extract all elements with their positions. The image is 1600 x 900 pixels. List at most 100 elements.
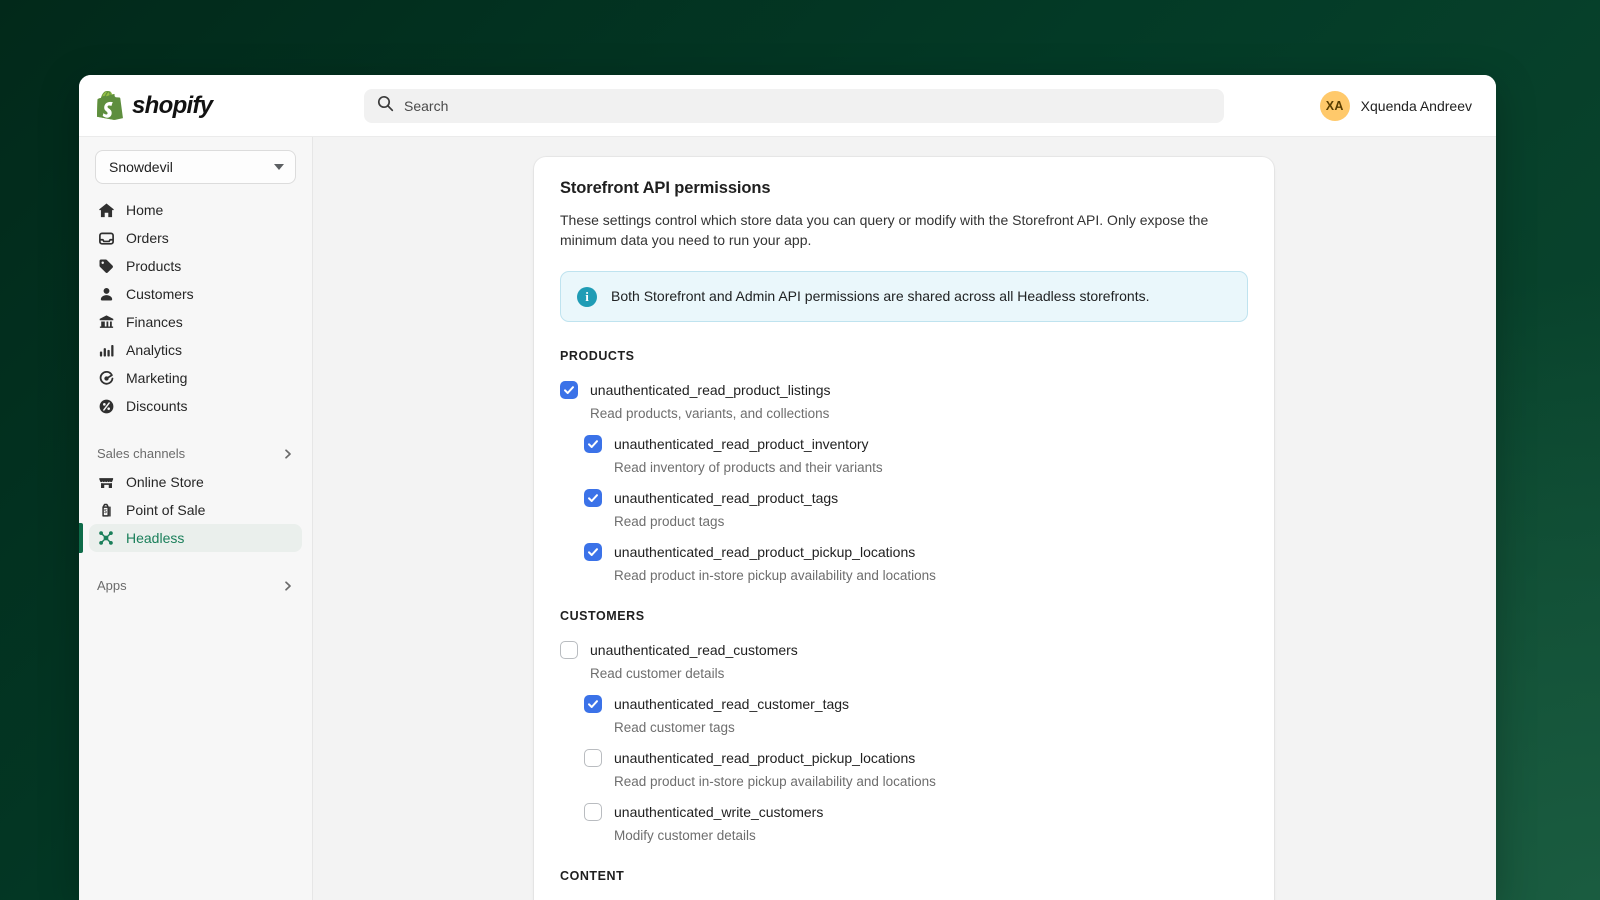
- finances-bank-icon: [97, 313, 115, 331]
- info-banner: i Both Storefront and Admin API permissi…: [560, 271, 1248, 322]
- permission-description: Read inventory of products and their var…: [614, 460, 883, 475]
- checkbox-unchecked-icon[interactable]: [584, 803, 602, 821]
- checkbox-unchecked-icon[interactable]: [560, 641, 578, 659]
- permission-label: unauthenticated_write_customers: [614, 804, 824, 820]
- sidebar-item-headless[interactable]: Headless: [79, 523, 302, 553]
- page-description: These settings control which store data …: [560, 212, 1209, 248]
- customers-person-icon: [97, 285, 115, 303]
- permission-label: unauthenticated_read_product_pickup_loca…: [614, 544, 916, 560]
- chevron-right-icon: [282, 579, 294, 591]
- sidebar-item-customers[interactable]: Customers: [89, 280, 302, 308]
- permission-group-title: PRODUCTS: [560, 349, 635, 363]
- chevron-down-icon: [274, 164, 284, 170]
- browser-window: shopify Search XA Xquenda Andreev Snowde…: [79, 75, 1496, 900]
- orders-inbox-icon: [97, 229, 115, 247]
- user-name: Xquenda Andreev: [1360, 98, 1472, 114]
- permission-item: unauthenticated_read_product_pickup_loca…: [584, 747, 1248, 791]
- svg-text:$: $: [104, 508, 107, 514]
- main-content: Storefront API permissions These setting…: [313, 137, 1496, 900]
- sidebar-item-point-of-sale[interactable]: $ Point of Sale: [89, 496, 302, 524]
- permission-item: unauthenticated_write_customers Modify cu…: [584, 801, 1248, 845]
- info-icon: i: [577, 287, 597, 307]
- permission-label: unauthenticated_read_product_inventory: [614, 436, 869, 452]
- products-tag-icon: [97, 257, 115, 275]
- app-body: Snowdevil Home Orders Products Customers…: [79, 137, 1496, 900]
- permission-row[interactable]: unauthenticated_read_product_inventory: [584, 433, 1248, 455]
- sidebar-item-marketing[interactable]: Marketing: [89, 364, 302, 392]
- permission-label: unauthenticated_read_product_pickup_loca…: [614, 750, 916, 766]
- sidebar-section-label: Apps: [97, 577, 127, 593]
- sidebar-section-apps[interactable]: Apps: [89, 570, 302, 600]
- permission-group: CONTENTunauthenticated_read_content: [560, 869, 1248, 900]
- sidebar-item-label: Finances: [126, 314, 183, 330]
- checkbox-checked-icon[interactable]: [584, 695, 602, 713]
- permission-item: unauthenticated_read_customers Read custo…: [560, 639, 1248, 683]
- permission-item: unauthenticated_read_product_pickup_loca…: [584, 541, 1248, 585]
- store-selector[interactable]: Snowdevil: [95, 150, 296, 184]
- analytics-bars-icon: [97, 341, 115, 359]
- permission-item: unauthenticated_read_product_tags Read pr…: [584, 487, 1248, 531]
- checkbox-checked-icon[interactable]: [584, 435, 602, 453]
- permission-row[interactable]: unauthenticated_read_product_tags: [584, 487, 1248, 509]
- sidebar: Snowdevil Home Orders Products Customers…: [79, 137, 313, 900]
- user-menu[interactable]: XA Xquenda Andreev: [1316, 75, 1476, 137]
- avatar: XA: [1319, 91, 1350, 121]
- checkbox-checked-icon[interactable]: [584, 489, 602, 507]
- marketing-target-icon: [97, 369, 115, 387]
- chevron-right-icon: [282, 447, 294, 459]
- permission-description: Read product in-store pickup availabilit…: [614, 568, 936, 583]
- permission-groups: PRODUCTS unauthenticated_read_product_lis…: [560, 349, 1248, 900]
- permission-description: Read products, variants, and collections: [590, 406, 830, 421]
- sidebar-item-finances[interactable]: Finances: [89, 308, 302, 336]
- shopify-logo[interactable]: shopify: [79, 90, 313, 121]
- sidebar-item-label: Marketing: [126, 370, 188, 386]
- permission-row[interactable]: unauthenticated_read_customer_tags: [584, 693, 1248, 715]
- sidebar-item-orders[interactable]: Orders: [89, 224, 302, 252]
- checkbox-checked-icon[interactable]: [560, 381, 578, 399]
- permission-row[interactable]: unauthenticated_read_product_pickup_loca…: [584, 747, 1248, 769]
- permission-item: unauthenticated_read_product_listings Rea…: [560, 379, 1248, 423]
- sidebar-item-products[interactable]: Products: [89, 252, 302, 280]
- sidebar-item-online-store[interactable]: Online Store: [89, 468, 302, 496]
- brand-wordmark: shopify: [132, 91, 213, 119]
- permission-group-title: CUSTOMERS: [560, 609, 645, 623]
- sidebar-section-sales-channels[interactable]: Sales channels: [89, 438, 302, 468]
- permission-row[interactable]: unauthenticated_read_product_pickup_loca…: [584, 541, 1248, 563]
- global-search[interactable]: Search: [364, 88, 1224, 123]
- sidebar-item-label: Online Store: [126, 474, 204, 490]
- permission-description: Read customer tags: [614, 720, 735, 735]
- search-input[interactable]: Search: [364, 88, 1224, 123]
- permission-description: Modify customer details: [614, 828, 756, 843]
- sidebar-item-label: Customers: [126, 286, 194, 302]
- sidebar-item-label: Products: [126, 258, 182, 274]
- sidebar-item-discounts[interactable]: Discounts: [89, 392, 302, 420]
- sidebar-item-label: Home: [126, 202, 164, 218]
- shopify-bag-icon: [97, 90, 123, 121]
- checkbox-checked-icon[interactable]: [584, 543, 602, 561]
- permission-description: Read product tags: [614, 514, 725, 529]
- permission-row[interactable]: unauthenticated_write_customers: [584, 801, 1248, 823]
- headless-nodes-icon: [97, 529, 115, 547]
- sidebar-item-analytics[interactable]: Analytics: [89, 336, 302, 364]
- point-of-sale-icon: $: [97, 501, 115, 519]
- sidebar-item-label: Point of Sale: [126, 502, 206, 518]
- permission-row[interactable]: unauthenticated_read_customers: [560, 639, 1248, 661]
- sidebar-item-label: Orders: [126, 230, 169, 246]
- permission-item: unauthenticated_read_product_inventory Re…: [584, 433, 1248, 477]
- permission-group-title: CONTENT: [560, 869, 625, 883]
- permission-label: unauthenticated_read_product_listings: [590, 382, 831, 398]
- page-title: Storefront API permissions: [560, 179, 771, 197]
- info-banner-text: Both Storefront and Admin API permission…: [611, 288, 1150, 304]
- search-placeholder: Search: [404, 97, 449, 114]
- permission-item: unauthenticated_read_customer_tags Read c…: [584, 693, 1248, 737]
- store-selector-value: Snowdevil: [109, 159, 173, 175]
- primary-nav: Home Orders Products Customers Finances …: [79, 196, 312, 600]
- sidebar-item-home[interactable]: Home: [89, 196, 302, 224]
- permission-description: Read customer details: [590, 666, 725, 681]
- permission-label: unauthenticated_read_customers: [590, 642, 798, 658]
- checkbox-unchecked-icon[interactable]: [584, 749, 602, 767]
- permission-label: unauthenticated_read_product_tags: [614, 490, 839, 506]
- permission-row[interactable]: unauthenticated_read_product_listings: [560, 379, 1248, 401]
- top-bar: shopify Search XA Xquenda Andreev: [79, 75, 1496, 137]
- search-icon: [377, 95, 394, 117]
